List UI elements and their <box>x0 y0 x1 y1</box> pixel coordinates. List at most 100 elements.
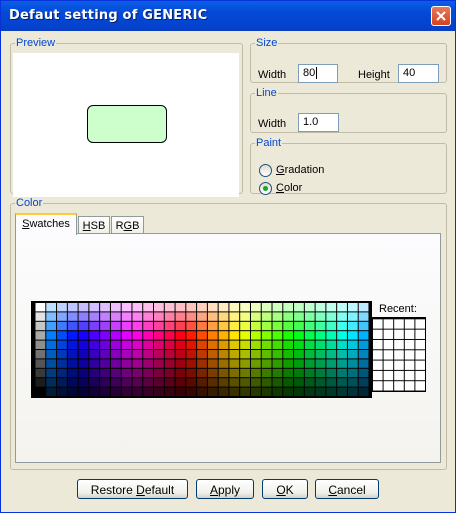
swatch-cell[interactable] <box>164 312 175 321</box>
recent-swatch-cell[interactable] <box>372 370 383 381</box>
swatch-cell[interactable] <box>46 359 57 368</box>
swatch-cell[interactable] <box>347 321 358 331</box>
swatch-cell[interactable] <box>337 378 347 387</box>
swatch-cell[interactable] <box>250 368 261 378</box>
swatch-cell[interactable] <box>272 349 283 359</box>
swatch-cell[interactable] <box>57 340 67 350</box>
swatch-cell[interactable] <box>347 331 358 340</box>
swatch-cell[interactable] <box>110 302 121 312</box>
swatch-cell[interactable] <box>186 359 197 368</box>
swatch-cell[interactable] <box>154 349 164 359</box>
swatch-cell[interactable] <box>154 321 164 331</box>
swatch-cell[interactable] <box>110 359 121 368</box>
swatch-cell[interactable] <box>89 378 100 387</box>
swatch-cell[interactable] <box>358 359 369 368</box>
swatch-cell[interactable] <box>250 359 261 368</box>
swatch-cell[interactable] <box>67 302 78 312</box>
apply-button[interactable]: Apply <box>196 479 254 499</box>
swatch-cell[interactable] <box>175 331 186 340</box>
swatch-cell[interactable] <box>294 378 304 387</box>
swatch-cell[interactable] <box>89 321 100 331</box>
recent-swatch-cell[interactable] <box>415 319 425 329</box>
swatch-cell[interactable] <box>78 312 89 321</box>
swatch-cell[interactable] <box>272 359 283 368</box>
recent-swatch-cell[interactable] <box>372 329 383 339</box>
swatch-cell[interactable] <box>358 387 369 397</box>
swatch-cell[interactable] <box>57 312 67 321</box>
recent-swatch-cell[interactable] <box>415 370 425 381</box>
recent-swatch-cell[interactable] <box>372 339 383 350</box>
swatch-cell[interactable] <box>218 340 229 350</box>
swatch-cell[interactable] <box>207 359 218 368</box>
swatch-cell[interactable] <box>67 359 78 368</box>
recent-swatch-cell[interactable] <box>415 339 425 350</box>
swatch-cell[interactable] <box>78 359 89 368</box>
swatch-cell[interactable] <box>100 349 110 359</box>
swatch-cell[interactable] <box>261 302 272 312</box>
swatch-cell[interactable] <box>294 340 304 350</box>
swatch-cell[interactable] <box>283 302 294 312</box>
swatch-cell[interactable] <box>272 312 283 321</box>
swatch-cell[interactable] <box>186 349 197 359</box>
swatch-cell[interactable] <box>304 387 315 397</box>
swatch-cell[interactable] <box>89 302 100 312</box>
swatch-cell[interactable] <box>326 321 337 331</box>
swatch-cell[interactable] <box>229 312 240 321</box>
gradation-radio[interactable] <box>259 164 272 177</box>
swatch-cell[interactable] <box>229 302 240 312</box>
swatch-cell[interactable] <box>100 312 110 321</box>
swatch-cell[interactable] <box>358 340 369 350</box>
swatch-cell[interactable] <box>46 340 57 350</box>
swatch-cell[interactable] <box>121 378 132 387</box>
swatch-cell[interactable] <box>229 387 240 397</box>
swatch-cell[interactable] <box>143 387 154 397</box>
swatch-cell[interactable] <box>240 321 250 331</box>
swatch-cell[interactable] <box>100 359 110 368</box>
recent-swatch-cell[interactable] <box>383 339 394 350</box>
swatch-cell[interactable] <box>326 349 337 359</box>
swatch-cell[interactable] <box>67 321 78 331</box>
swatch-cell[interactable] <box>218 312 229 321</box>
swatch-cell[interactable] <box>272 302 283 312</box>
swatch-cell[interactable] <box>347 302 358 312</box>
swatch-cell[interactable] <box>207 368 218 378</box>
swatch-cell[interactable] <box>110 321 121 331</box>
swatch-cell[interactable] <box>143 321 154 331</box>
swatch-cell[interactable] <box>229 349 240 359</box>
swatch-cell[interactable] <box>89 312 100 321</box>
swatch-cell[interactable] <box>78 331 89 340</box>
recent-swatch-cell[interactable] <box>383 319 394 329</box>
swatch-cell[interactable] <box>57 368 67 378</box>
swatch-cell[interactable] <box>218 359 229 368</box>
recent-swatch-cell[interactable] <box>372 319 383 329</box>
swatch-cell[interactable] <box>326 368 337 378</box>
swatch-cell[interactable] <box>218 368 229 378</box>
swatch-cell[interactable] <box>89 387 100 397</box>
swatch-cell[interactable] <box>78 321 89 331</box>
close-button[interactable] <box>431 6 451 26</box>
swatch-cell[interactable] <box>261 321 272 331</box>
swatch-cell[interactable] <box>100 387 110 397</box>
swatch-cell[interactable] <box>207 387 218 397</box>
swatch-cell[interactable] <box>67 340 78 350</box>
swatch-cell[interactable] <box>46 387 57 397</box>
size-width-input[interactable]: 80 <box>298 64 338 83</box>
swatch-cell[interactable] <box>250 378 261 387</box>
swatch-cell[interactable] <box>35 312 46 321</box>
swatch-cell[interactable] <box>154 312 164 321</box>
swatch-cell[interactable] <box>197 302 207 312</box>
swatch-cell[interactable] <box>229 368 240 378</box>
swatch-cell[interactable] <box>197 387 207 397</box>
swatch-cell[interactable] <box>240 302 250 312</box>
swatch-cell[interactable] <box>164 359 175 368</box>
swatch-cell[interactable] <box>261 312 272 321</box>
recent-swatch-cell[interactable] <box>394 370 404 381</box>
swatch-cell[interactable] <box>121 349 132 359</box>
swatch-cell[interactable] <box>229 378 240 387</box>
swatch-cell[interactable] <box>121 302 132 312</box>
swatch-cell[interactable] <box>315 349 326 359</box>
restore-default-button[interactable]: Restore Default <box>77 479 188 499</box>
swatch-cell[interactable] <box>89 331 100 340</box>
swatch-cell[interactable] <box>186 340 197 350</box>
swatch-cell[interactable] <box>132 321 143 331</box>
